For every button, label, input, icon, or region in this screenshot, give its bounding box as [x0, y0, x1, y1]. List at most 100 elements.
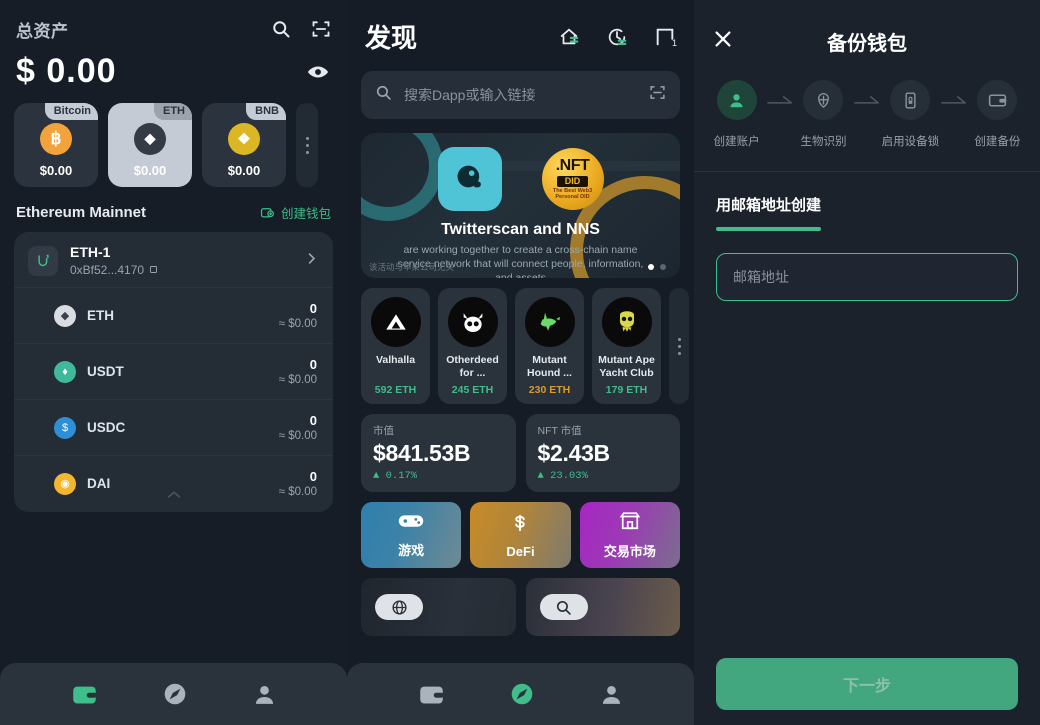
- account-info: ETH-1 0xBf52...4170: [70, 244, 158, 277]
- nft-card[interactable]: Valhalla 592 ETH: [361, 288, 430, 404]
- token-amount: 0: [309, 413, 317, 428]
- stat-value: $2.43B: [537, 440, 611, 466]
- coin-amount: $0.00: [227, 162, 261, 178]
- device-lock-icon: [890, 80, 931, 120]
- category-label: 交易市场: [603, 543, 656, 559]
- step-device-lock[interactable]: 启用设备锁: [882, 80, 939, 149]
- page-title: 总资产: [16, 21, 69, 41]
- usdt-token-icon: ♦: [54, 360, 76, 383]
- coin-card-bitcoin[interactable]: Bitcoin ฿ $0.00: [14, 103, 98, 187]
- nft-market-cap-card[interactable]: NFT 市值 $2.43B ▲ 23.03%: [525, 414, 680, 492]
- discover-title: 发现: [365, 23, 418, 53]
- discover-panel: 发现 1 搜索Dapp或输入链接 .NFT DID The Best Web3 …: [347, 0, 694, 725]
- nft-price: 245 ETH: [451, 384, 494, 396]
- backup-header: 备份钱包: [694, 0, 1040, 58]
- nft-badge-line1: .NFT: [555, 157, 590, 174]
- dapp-tile-search[interactable]: [525, 578, 680, 636]
- banner-logos: .NFT DID The Best Web3 Personal DID: [361, 133, 680, 211]
- create-wallet-button[interactable]: 创建钱包: [260, 203, 331, 222]
- tabs-icon[interactable]: 1: [654, 26, 677, 48]
- nft-badge-line3: The Best Web3 Personal DID: [552, 188, 593, 200]
- email-field[interactable]: 邮箱地址: [716, 253, 1018, 301]
- history-icon[interactable]: [606, 26, 628, 48]
- dapp-tile-browser[interactable]: [361, 578, 516, 636]
- token-usd: ≈ $0.00: [278, 430, 317, 442]
- chevron-right-icon[interactable]: [304, 251, 319, 271]
- search-icon[interactable]: [271, 19, 291, 39]
- ethereum-icon: ◆: [134, 122, 166, 155]
- token-name: ETH: [87, 308, 114, 323]
- dot: [677, 344, 681, 348]
- coin-card-list: Bitcoin ฿ $0.00 ETH ◆ $0.00 BNB ❖ $0.00: [0, 97, 347, 187]
- market-cap-card[interactable]: 市值 $841.53B ▲ 0.17%: [361, 414, 516, 492]
- promo-banner[interactable]: .NFT DID The Best Web3 Personal DID Twit…: [361, 133, 680, 278]
- eye-icon[interactable]: [307, 61, 329, 83]
- banner-pagination-dots[interactable]: [648, 264, 666, 270]
- category-defi[interactable]: DeFi: [470, 502, 571, 568]
- nft-price: 230 ETH: [528, 384, 571, 396]
- nft-name: Valhalla: [375, 354, 416, 366]
- twitterscan-logo-icon: [437, 147, 502, 211]
- category-games[interactable]: 游戏: [361, 502, 462, 568]
- nft-name: Otherdeed for ...: [446, 354, 499, 380]
- step-label: 创建备份: [974, 136, 1021, 148]
- next-button-label: 下一步: [842, 678, 891, 695]
- nav-profile-icon[interactable]: [599, 682, 624, 707]
- scan-icon[interactable]: [311, 19, 331, 39]
- coin-tag: ETH: [154, 103, 192, 120]
- backup-panel: 备份钱包 创建账户 生物识别 启用设备锁 创建备份 用邮箱地址创建 邮箱地址 下…: [694, 0, 1040, 725]
- nav-discover-icon[interactable]: [162, 681, 188, 707]
- discover-header: 发现 1: [347, 0, 694, 55]
- category-marketplace[interactable]: 交易市场: [579, 502, 680, 568]
- coin-amount: $0.00: [39, 162, 73, 178]
- token-row[interactable]: ◆ ETH 0 ≈ $0.00: [14, 287, 333, 343]
- dot-active: [648, 264, 654, 270]
- step-create-account[interactable]: 创建账户: [708, 80, 765, 149]
- dot: [660, 264, 666, 270]
- token-values: 0 ≈ $0.00: [279, 413, 317, 442]
- category-list: 游戏 DeFi 交易市场: [347, 492, 694, 568]
- close-icon[interactable]: [712, 28, 734, 55]
- nft-more-button[interactable]: [669, 288, 689, 404]
- wallet-panel: 总资产 $ 0.00 Bitcoin ฿ $0.00 ETH ◆ $0.00 B…: [0, 0, 347, 725]
- search-input[interactable]: 搜索Dapp或输入链接: [361, 71, 680, 119]
- step-biometrics[interactable]: 生物识别: [795, 80, 852, 149]
- person-icon: [716, 80, 757, 120]
- nft-price: 179 ETH: [605, 384, 648, 396]
- scan-icon[interactable]: [649, 84, 666, 106]
- coin-card-bnb[interactable]: BNB ❖ $0.00: [202, 103, 286, 187]
- nav-wallet-icon[interactable]: [71, 681, 98, 708]
- token-row[interactable]: ♦ USDT 0 ≈ $0.00: [14, 343, 333, 399]
- section-underline: [716, 227, 821, 231]
- create-wallet-label: 创建钱包: [280, 207, 331, 221]
- wallet-card-icon: [977, 80, 1018, 120]
- otherdeed-icon: [447, 297, 498, 347]
- coin-tag: BNB: [246, 103, 286, 120]
- nft-card[interactable]: Mutant Ape Yacht Club 179 ETH: [592, 288, 661, 404]
- coin-card-eth[interactable]: ETH ◆ $0.00: [108, 103, 192, 187]
- network-label: Ethereum Mainnet: [16, 204, 147, 221]
- market-stats: 市值 $841.53B ▲ 0.17% NFT 市值 $2.43B ▲ 23.0…: [347, 404, 694, 492]
- copy-icon[interactable]: [149, 263, 158, 277]
- token-usd: ≈ $0.00: [278, 318, 317, 330]
- token-amount: 0: [309, 301, 317, 316]
- email-section: 用邮箱地址创建: [694, 172, 1040, 231]
- nft-card[interactable]: Mutant Hound ... 230 ETH: [515, 288, 584, 404]
- banner-disclaimer: 该活动与苹果公司无关: [369, 262, 455, 272]
- dot: [305, 150, 309, 154]
- step-create-backup[interactable]: 创建备份: [969, 80, 1026, 149]
- nav-profile-icon[interactable]: [252, 682, 277, 707]
- next-button[interactable]: 下一步: [716, 658, 1018, 710]
- nav-wallet-icon[interactable]: [418, 681, 445, 708]
- banner-title: Twitterscan and NNS: [441, 221, 600, 238]
- marketplace-icon: [618, 511, 642, 536]
- token-row[interactable]: $ USDC 0 ≈ $0.00: [14, 399, 333, 455]
- collapse-handle[interactable]: [14, 486, 333, 512]
- nft-card[interactable]: Otherdeed for ... 245 ETH: [438, 288, 507, 404]
- nav-discover-icon[interactable]: [509, 681, 535, 707]
- account-card: ETH-1 0xBf52...4170 ◆ ETH 0 ≈ $0.00 ♦ US…: [14, 232, 333, 512]
- wallet-bottom-nav: [0, 663, 347, 725]
- account-header[interactable]: ETH-1 0xBf52...4170: [14, 232, 333, 287]
- home-icon[interactable]: [558, 26, 580, 48]
- coin-cards-more-button[interactable]: [296, 103, 318, 187]
